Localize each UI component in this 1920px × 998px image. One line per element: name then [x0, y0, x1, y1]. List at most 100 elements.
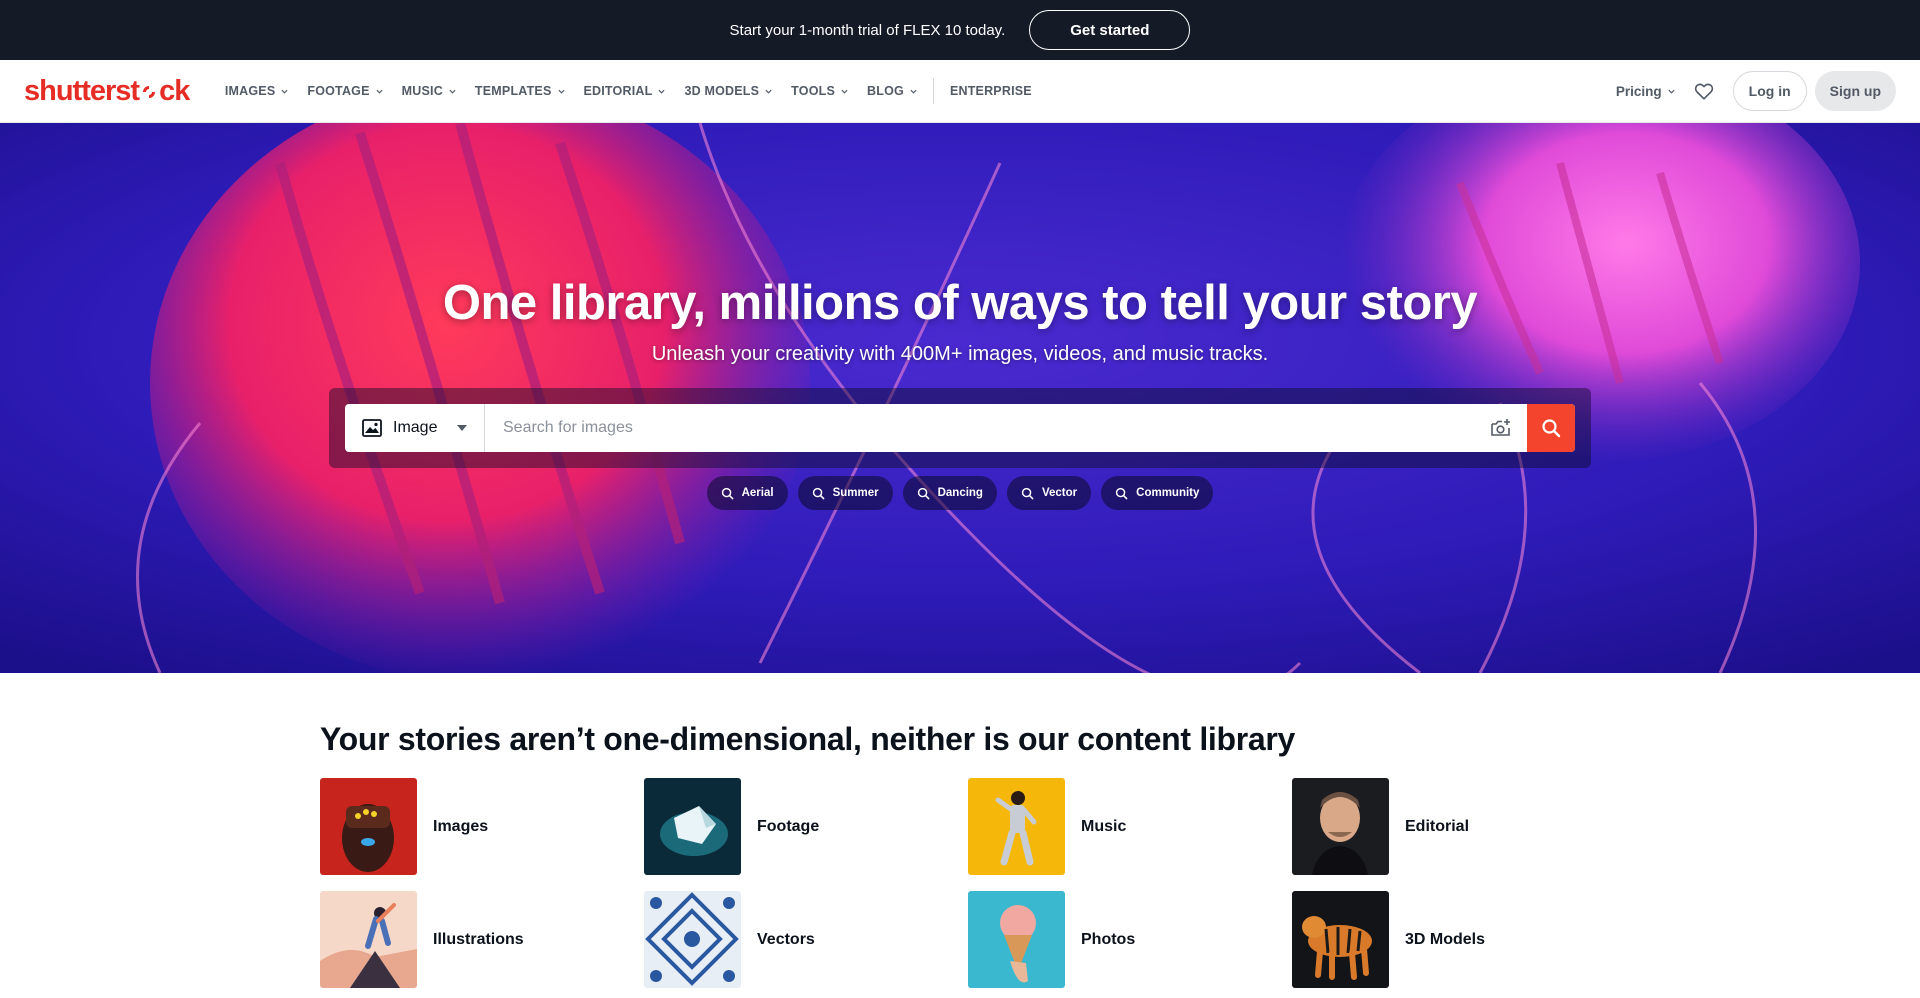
chip-label: Summer [832, 487, 879, 499]
illustrations-thumbnail [320, 891, 417, 988]
chevron-down-icon [841, 89, 848, 94]
hero-title: One library, millions of ways to tell yo… [442, 276, 1478, 330]
category-footage[interactable]: Footage [644, 778, 968, 875]
hero-section: One library, millions of ways to tell yo… [0, 123, 1920, 673]
chevron-down-icon [281, 89, 288, 94]
footage-thumbnail [644, 778, 741, 875]
chevron-down-icon [449, 89, 456, 94]
section-title: Your stories aren’t one-dimensional, nei… [320, 721, 1296, 757]
chip-label: Dancing [937, 487, 983, 499]
nav-label: FOOTAGE [307, 84, 370, 98]
category-grid: Images Footage Music Editorial Illustrat… [320, 778, 1920, 988]
main-nav: shutterst ck IMAGES FOOTAGE MUSIC TEMPLA… [0, 60, 1920, 123]
nav-item-editorial[interactable]: EDITORIAL [574, 84, 675, 98]
chevron-down-icon [376, 89, 383, 94]
promo-banner: Start your 1-month trial of FLEX 10 toda… [0, 0, 1920, 60]
caret-down-icon [457, 425, 467, 431]
category-label: Music [1081, 817, 1127, 835]
search-input[interactable] [485, 404, 1475, 452]
chip-vector[interactable]: Vector [1006, 476, 1092, 510]
nav-label: IMAGES [224, 84, 276, 98]
nav-label: EDITORIAL [583, 84, 653, 98]
logo-text-2: ck [159, 74, 190, 107]
pricing-label: Pricing [1615, 83, 1662, 99]
logo-o-mark [143, 86, 156, 98]
category-photos[interactable]: Photos [968, 891, 1292, 988]
signup-button[interactable]: Sign up [1814, 71, 1896, 111]
category-label: Editorial [1405, 817, 1470, 835]
login-button[interactable]: Log in [1732, 71, 1807, 111]
hero-subtitle: Unleash your creativity with 400M+ image… [651, 343, 1269, 365]
nav-links: IMAGES FOOTAGE MUSIC TEMPLATES EDITORIAL… [215, 78, 1041, 104]
nav-item-templates[interactable]: TEMPLATES [465, 84, 574, 98]
chip-summer[interactable]: Summer [797, 476, 893, 510]
nav-label: TEMPLATES [474, 84, 552, 98]
category-label: Photos [1081, 930, 1136, 948]
category-label: Illustrations [433, 930, 524, 948]
category-images[interactable]: Images [320, 778, 644, 875]
nav-item-enterprise[interactable]: ENTERPRISE [940, 84, 1041, 98]
chevron-down-icon [765, 89, 772, 94]
chip-label: Community [1136, 487, 1200, 499]
nav-label: TOOLS [791, 84, 836, 98]
nav-item-music[interactable]: MUSIC [392, 84, 465, 98]
nav-label: MUSIC [401, 84, 443, 98]
chevron-down-icon [658, 89, 665, 94]
chevron-down-icon [557, 89, 565, 94]
photos-thumbnail [968, 891, 1065, 988]
category-illustrations[interactable]: Illustrations [320, 891, 644, 988]
nav-item-blog[interactable]: BLOG [858, 84, 927, 98]
category-label: 3D Models [1405, 930, 1486, 948]
nav-label: BLOG [867, 84, 904, 98]
editorial-thumbnail [1292, 778, 1389, 875]
search-bar: Image [345, 404, 1575, 452]
image-icon [362, 419, 382, 437]
category-music[interactable]: Music [968, 778, 1292, 875]
music-thumbnail [968, 778, 1065, 875]
content-library-section: Your stories aren’t one-dimensional, nei… [0, 673, 1920, 988]
nav-actions: Pricing Log in Sign up [1616, 71, 1896, 111]
nav-item-tools[interactable]: TOOLS [782, 84, 858, 98]
nav-label: 3D MODELS [684, 84, 760, 98]
promo-text: Start your 1-month trial of FLEX 10 toda… [729, 21, 1006, 39]
images-thumbnail [320, 778, 417, 875]
search-icon [812, 487, 824, 499]
logo-text-1: shutterst [24, 74, 140, 107]
search-icon [1021, 487, 1034, 499]
chip-community[interactable]: Community [1101, 476, 1214, 510]
category-label: Vectors [757, 930, 815, 948]
nav-item-images[interactable]: IMAGES [215, 84, 298, 98]
search-icon [1115, 487, 1128, 499]
media-type-label: Image [393, 419, 438, 436]
search-icon [721, 487, 733, 499]
category-3d-models[interactable]: 3D Models [1292, 891, 1616, 988]
chevron-down-icon [910, 89, 917, 94]
search-submit-button[interactable] [1527, 404, 1575, 452]
pricing-menu[interactable]: Pricing [1616, 84, 1675, 99]
search-icon [1542, 419, 1561, 438]
media-type-dropdown[interactable]: Image [345, 404, 485, 452]
category-label: Images [433, 817, 489, 835]
category-vectors[interactable]: Vectors [644, 891, 968, 988]
shutterstock-logo[interactable]: shutterst ck [24, 74, 190, 108]
favorites-heart-icon[interactable] [1693, 80, 1715, 102]
category-label: Footage [757, 817, 820, 835]
search-by-image-button[interactable] [1475, 404, 1527, 452]
nav-label: ENTERPRISE [949, 84, 1032, 98]
search-container: Image [329, 388, 1591, 468]
nav-divider [933, 78, 935, 104]
nav-item-3d-models[interactable]: 3D MODELS [675, 84, 782, 98]
get-started-button[interactable]: Get started [1029, 10, 1191, 50]
chevron-down-icon [1668, 89, 1675, 94]
chip-label: Aerial [741, 487, 774, 499]
3d-models-thumbnail [1292, 891, 1389, 988]
suggested-searches: Aerial Summer Dancing Vector Community [706, 476, 1214, 510]
chip-aerial[interactable]: Aerial [706, 476, 788, 510]
chip-label: Vector [1041, 487, 1078, 499]
hero-content: One library, millions of ways to tell yo… [0, 123, 1920, 673]
search-icon [917, 487, 929, 499]
category-editorial[interactable]: Editorial [1292, 778, 1616, 875]
nav-item-footage[interactable]: FOOTAGE [298, 84, 392, 98]
camera-plus-icon [1491, 419, 1510, 436]
chip-dancing[interactable]: Dancing [902, 476, 997, 510]
